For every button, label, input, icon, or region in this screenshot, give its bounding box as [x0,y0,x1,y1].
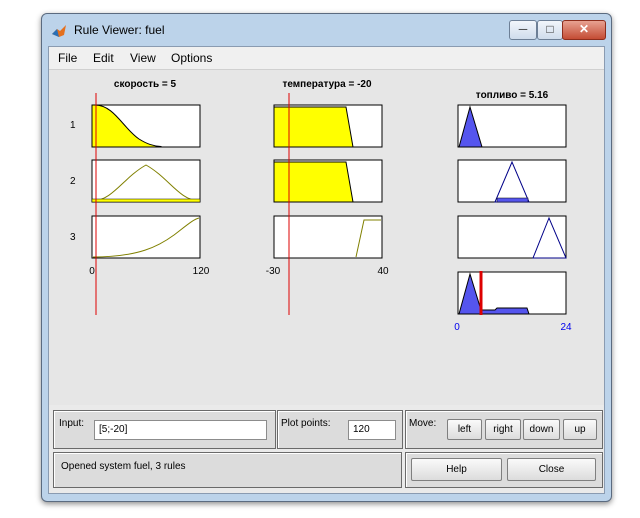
temp-rule-2-mf [273,161,354,203]
plot-points-panel: Plot points: 120 [277,410,403,449]
speed-range-min: 0 [89,266,95,277]
fuel-range-min: 0 [454,322,460,333]
menu-view[interactable]: View [130,51,156,65]
move-down-button[interactable]: down [523,419,560,440]
matlab-icon [52,25,66,37]
status-text: Opened system fuel, 3 rules [61,461,186,472]
close-window-button[interactable]: ✕ [562,20,606,40]
rule-viewer-window: Rule Viewer: fuel ─ □ ✕ File Edit View O… [41,13,612,502]
fuel-rule-2-plot[interactable] [457,159,567,203]
input-field[interactable]: [5;-20] [94,420,267,440]
help-button[interactable]: Help [411,458,502,481]
temp-range-min: -30 [265,266,281,277]
move-right-button[interactable]: right [485,419,521,440]
menu-bar: File Edit View Options [49,47,604,70]
menu-edit[interactable]: Edit [93,51,114,65]
membership-function-plots[interactable] [49,70,604,405]
rule-plot-area[interactable]: скорость = 5 температура = -20 топливо =… [49,70,604,405]
temp-rule-3-plot[interactable] [273,215,383,259]
move-panel: Move: left right down up [405,410,603,449]
status-panel: Opened system fuel, 3 rules [53,452,402,488]
fuel-range-max: 24 [560,322,572,333]
move-left-button[interactable]: left [447,419,482,440]
title-bar[interactable]: Rule Viewer: fuel ─ □ ✕ [42,14,611,46]
move-up-button[interactable]: up [563,419,597,440]
speed-rule-2-fill [91,198,201,203]
plot-points-label: Plot points: [281,418,331,429]
input-panel: Input: [5;-20] [53,410,276,449]
fuel-rule-2-fill [496,197,529,203]
action-panel: Help Close [405,452,603,488]
maximize-button[interactable]: □ [537,20,563,40]
speed-range-max: 120 [192,266,210,277]
minimize-button[interactable]: ─ [509,20,537,40]
speed-rule-3-plot[interactable] [91,215,201,259]
plot-points-field[interactable]: 120 [348,420,396,440]
menu-options[interactable]: Options [171,51,212,65]
menu-file[interactable]: File [58,51,77,65]
client-area: File Edit View Options скорость = 5 темп… [48,46,605,494]
input-label: Input: [59,418,85,429]
temp-range-max: 40 [377,266,389,277]
window-title: Rule Viewer: fuel [74,23,165,37]
fuel-rule-3-plot[interactable] [457,215,567,259]
close-button[interactable]: Close [507,458,596,481]
move-label: Move: [409,418,437,429]
temp-rule-1-mf [273,106,354,148]
